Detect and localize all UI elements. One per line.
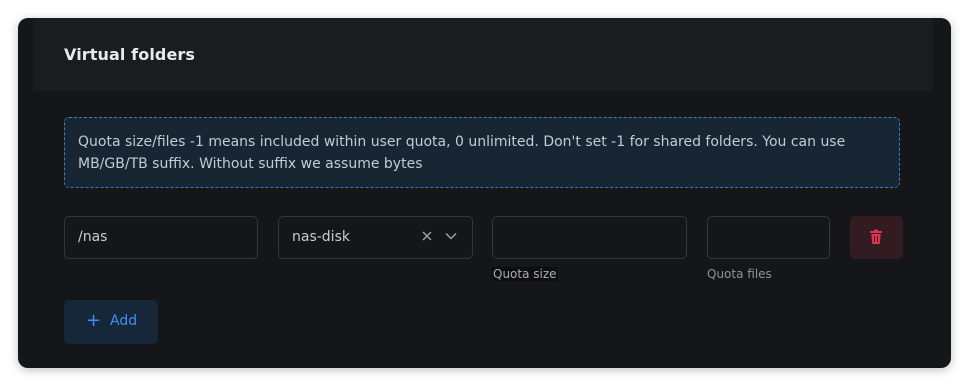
quota-files-hint: Quota files [707,267,772,281]
add-button-label: Add [110,313,138,329]
app-window: Virtual folders Quota size/files -1 mean… [18,18,951,368]
card-title: Virtual folders [64,45,196,64]
clear-selection-icon[interactable] [421,228,433,246]
folder-path-input[interactable]: /nas [64,216,258,259]
quota-size-hint: Quota size [492,267,558,281]
quota-files-input[interactable] [707,216,830,259]
folder-path-value: /nas [78,229,108,245]
delete-folder-button[interactable] [850,216,903,259]
plus-icon: + [86,310,102,331]
storage-select[interactable]: nas-disk [278,216,473,259]
trash-icon [870,229,882,244]
card-header: Virtual folders [33,18,933,91]
quota-info-notice: Quota size/files -1 means included withi… [64,117,900,188]
chevron-down-icon[interactable] [445,230,457,242]
virtual-folders-card: Virtual folders Quota size/files -1 mean… [33,18,933,368]
add-folder-button[interactable]: + Add [64,300,158,344]
quota-size-input[interactable] [492,216,687,259]
storage-select-value: nas-disk [292,229,350,245]
